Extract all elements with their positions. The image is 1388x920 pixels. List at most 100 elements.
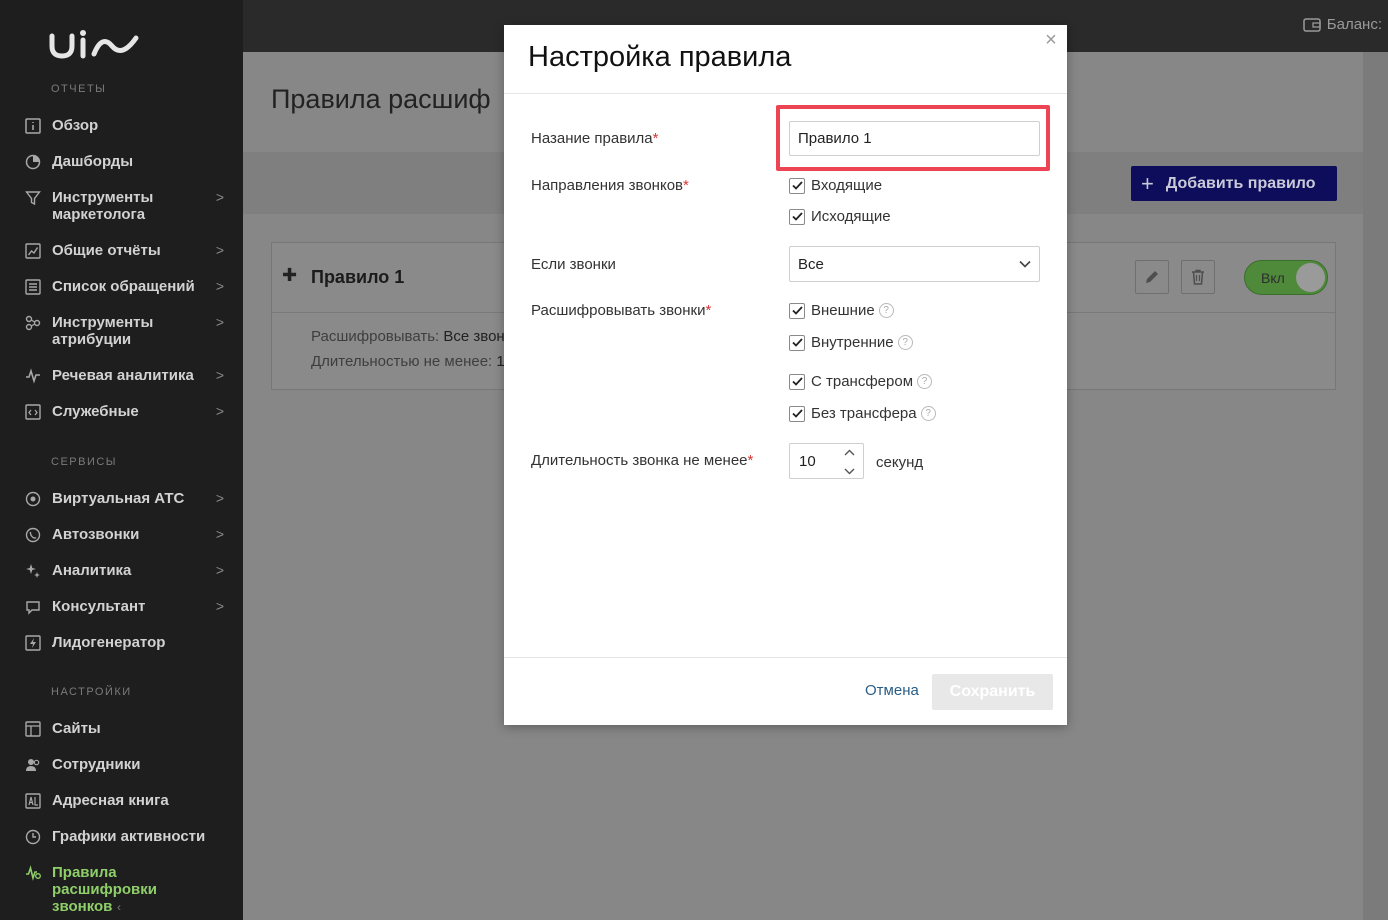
sidebar-item-virtual-pbx[interactable]: Виртуальная АТС > <box>24 490 224 508</box>
funnel-icon <box>24 189 42 207</box>
checkbox-incoming[interactable]: Входящие <box>789 177 882 194</box>
directions-label: Направления звонков* <box>531 177 689 194</box>
sidebar-item-address-book[interactable]: Адресная книга <box>24 792 224 810</box>
sidebar-item-autocalls[interactable]: Автозвонки > <box>24 526 224 544</box>
check-icon <box>791 377 803 386</box>
checkbox-box[interactable] <box>789 373 805 390</box>
phone-icon <box>24 526 42 544</box>
checkbox-label: Без трансфера <box>811 405 917 422</box>
sidebar-item-label: Графики активности <box>52 828 206 845</box>
sidebar-item-label: Адресная книга <box>52 792 169 809</box>
checkbox-box[interactable] <box>789 208 805 225</box>
page-title: Правила расшиф <box>271 84 491 114</box>
checkbox-without-transfer[interactable]: Без трансфера ? <box>789 405 936 422</box>
help-icon[interactable]: ? <box>917 374 933 389</box>
sidebar-item-service[interactable]: Служебные > <box>24 403 224 421</box>
checkbox-box[interactable] <box>789 177 805 194</box>
sidebar-item-label: Аналитика <box>52 562 132 579</box>
sidebar-item-label: Инструменты маркетолога <box>52 189 154 223</box>
sidebar-item-analytics[interactable]: Аналитика > <box>24 562 224 580</box>
sidebar: ОТЧЕТЫ Обзор Дашборды Инструменты маркет… <box>0 0 243 920</box>
sidebar-item-requests-list[interactable]: Список обращений > <box>24 278 224 296</box>
sidebar-item-label: Автозвонки <box>52 526 140 543</box>
balance[interactable]: Баланс: <box>1303 16 1382 33</box>
help-icon[interactable]: ? <box>920 406 936 421</box>
wallet-icon <box>1303 17 1321 32</box>
save-button[interactable]: Сохранить <box>932 674 1053 710</box>
label-text: Длительность звонка не менее <box>531 452 748 469</box>
stepper-arrows[interactable] <box>843 449 855 475</box>
add-rule-label: Добавить правило <box>1165 174 1316 192</box>
sidebar-item-activity-schedules[interactable]: Графики активности <box>24 828 224 846</box>
chevron-right-icon: > <box>215 403 224 419</box>
sidebar-item-label: Инструменты атрибуции <box>52 314 154 348</box>
checkbox-with-transfer[interactable]: С трансфером ? <box>789 373 933 390</box>
sidebar-item-label: Виртуальная АТС <box>52 490 185 507</box>
edit-button[interactable] <box>1135 260 1169 294</box>
rule-decode-summary: Расшифровывать: Все звон <box>311 328 505 345</box>
list-icon <box>24 278 42 296</box>
help-icon[interactable]: ? <box>878 303 894 318</box>
lightning-icon <box>24 634 42 652</box>
chevron-right-icon: > <box>215 562 224 578</box>
cancel-button[interactable]: Отмена <box>865 682 919 699</box>
rule-name: Правило 1 <box>311 267 405 287</box>
required-mark: * <box>705 302 712 319</box>
sidebar-item-overview[interactable]: Обзор <box>24 117 224 135</box>
rule-name-label: Назание правила* <box>531 130 659 147</box>
attribution-icon <box>24 314 42 332</box>
sidebar-item-dashboards[interactable]: Дашборды <box>24 153 224 171</box>
info-icon <box>24 117 42 135</box>
sidebar-item-sites[interactable]: Сайты <box>24 720 224 738</box>
sidebar-item-employees[interactable]: Сотрудники <box>24 756 224 774</box>
sidebar-item-lead-generator[interactable]: Лидогенератор <box>24 634 224 652</box>
uis-logo[interactable] <box>48 26 140 62</box>
sidebar-item-consultant[interactable]: Консультант > <box>24 598 224 616</box>
sidebar-item-attribution-tools[interactable]: Инструменты атрибуции > <box>24 314 224 348</box>
toggle-knob <box>1296 263 1325 292</box>
checkbox-box[interactable] <box>789 405 805 422</box>
check-icon <box>791 409 803 418</box>
checkbox-label: Внешние <box>811 302 875 319</box>
checkbox-box[interactable] <box>789 302 805 319</box>
check-icon <box>791 212 803 221</box>
summary-value: Все звон <box>443 328 505 345</box>
close-icon[interactable]: × <box>1042 29 1060 51</box>
label-text: Расшифровывать звонки <box>531 302 706 319</box>
checkbox-box[interactable] <box>789 334 805 351</box>
checkbox-label: Внутренние <box>811 334 894 351</box>
label-text: Назание правила <box>531 130 653 147</box>
sidebar-item-label: Общие отчёты <box>52 242 161 259</box>
rule-settings-modal: × Настройка правила Назание правила* Нап… <box>504 25 1067 725</box>
sites-icon <box>24 720 42 738</box>
duration-stepper[interactable]: 10 <box>789 443 864 479</box>
if-calls-select[interactable]: Все <box>789 246 1040 282</box>
scrollbar[interactable] <box>1363 52 1388 920</box>
sidebar-collapse-icon[interactable]: ‹ <box>117 900 121 914</box>
chevron-down-icon[interactable] <box>844 468 855 475</box>
rule-toggle[interactable]: Вкл <box>1244 260 1328 295</box>
sidebar-item-label: Сотрудники <box>52 756 141 773</box>
sidebar-item-general-reports[interactable]: Общие отчёты > <box>24 242 224 260</box>
sidebar-item-speech-analytics[interactable]: Речевая аналитика > <box>24 367 224 385</box>
delete-button[interactable] <box>1181 260 1215 294</box>
checkbox-label: Исходящие <box>811 208 891 225</box>
sidebar-item-decoding-rules[interactable]: Правила расшифровки звонков <box>24 864 224 915</box>
section-title-settings: НАСТРОЙКИ <box>51 686 132 698</box>
clock-icon <box>24 828 42 846</box>
add-rule-button[interactable]: + Добавить правило <box>1131 166 1337 201</box>
chevron-right-icon: > <box>215 367 224 383</box>
checkbox-external[interactable]: Внешние ? <box>789 302 894 319</box>
chevron-up-icon[interactable] <box>844 449 855 456</box>
label-text: Направления звонков <box>531 177 683 194</box>
checkbox-outgoing[interactable]: Исходящие <box>789 208 891 225</box>
divider <box>504 657 1067 658</box>
sidebar-item-marketing-tools[interactable]: Инструменты маркетолога > <box>24 189 224 223</box>
drag-handle-icon[interactable]: ✚ <box>282 265 297 286</box>
checkbox-internal[interactable]: Внутренние ? <box>789 334 913 351</box>
chevron-right-icon: > <box>215 526 224 542</box>
help-icon[interactable]: ? <box>897 335 913 350</box>
if-calls-label: Если звонки <box>531 256 616 273</box>
pbx-icon <box>24 490 42 508</box>
toggle-label: Вкл <box>1261 270 1285 286</box>
